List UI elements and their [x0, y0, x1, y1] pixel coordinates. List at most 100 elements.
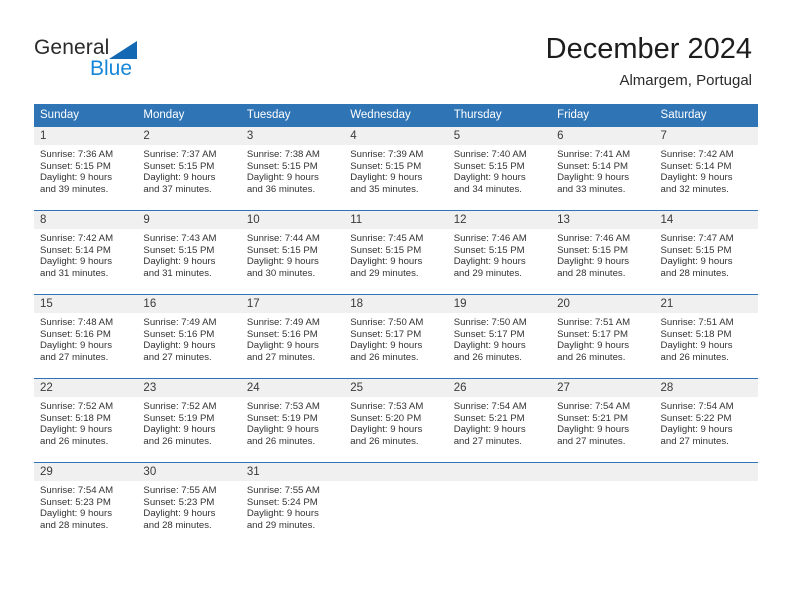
- day-details: Sunrise: 7:54 AM Sunset: 5:22 PM Daylight:…: [655, 397, 758, 447]
- day-number: 4: [344, 127, 448, 145]
- calendar-day-cell[interactable]: 5 Sunrise: 7:40 AM Sunset: 5:15 PM Daylight…: [447, 126, 552, 211]
- day-cell-body: 9 Sunrise: 7:43 AM Sunset: 5:15 PM Daylight…: [137, 211, 241, 294]
- day-details: Sunrise: 7:54 AM Sunset: 5:23 PM Daylight:…: [34, 481, 137, 531]
- day-number: 14: [654, 211, 758, 229]
- daylight-text-line1: Daylight: 9 hours: [660, 172, 733, 184]
- month-calendar-table: Sunday Monday Tuesday Wednesday Thursday…: [34, 104, 758, 546]
- calendar-day-cell[interactable]: 27 Sunrise: 7:54 AM Sunset: 5:21 PM Dayligh…: [551, 378, 655, 463]
- calendar-body: 1 Sunrise: 7:36 AM Sunset: 5:15 PM Daylight…: [34, 126, 758, 546]
- calendar-day-cell[interactable]: 11 Sunrise: 7:45 AM Sunset: 5:15 PM Dayligh…: [344, 210, 448, 295]
- day-details: Sunrise: 7:42 AM Sunset: 5:14 PM Daylight:…: [34, 229, 137, 279]
- sunset-text: Sunset: 5:15 PM: [660, 244, 732, 256]
- daylight-text-line2: and 27 minutes.: [453, 435, 522, 447]
- sunrise-text: Sunrise: 7:38 AM: [246, 149, 320, 160]
- daylight-text-line2: and 34 minutes.: [453, 183, 522, 195]
- sunset-text: Sunset: 5:20 PM: [350, 412, 422, 424]
- sunset-text: Sunset: 5:15 PM: [453, 160, 525, 172]
- sunrise-text: Sunrise: 7:49 AM: [143, 317, 217, 328]
- calendar-day-cell[interactable]: 13 Sunrise: 7:46 AM Sunset: 5:15 PM Dayligh…: [551, 210, 655, 295]
- title-block: December 2024 Almargem, Portugal: [546, 30, 752, 92]
- calendar-day-cell-empty: [447, 462, 552, 546]
- sunrise-text: Sunrise: 7:55 AM: [246, 485, 320, 496]
- calendar-day-cell[interactable]: 4 Sunrise: 7:39 AM Sunset: 5:15 PM Daylight…: [344, 126, 448, 211]
- day-number: 24: [240, 379, 345, 397]
- sunset-text: Sunset: 5:14 PM: [557, 160, 629, 172]
- calendar-day-cell[interactable]: 29 Sunrise: 7:54 AM Sunset: 5:23 PM Dayligh…: [34, 462, 138, 546]
- day-cell-body: 18 Sunrise: 7:50 AM Sunset: 5:17 PM Dayligh…: [344, 295, 448, 378]
- calendar-day-cell[interactable]: 16 Sunrise: 7:49 AM Sunset: 5:16 PM Dayligh…: [137, 294, 241, 379]
- daylight-text-line1: Daylight: 9 hours: [350, 424, 423, 436]
- calendar-day-cell[interactable]: 10 Sunrise: 7:44 AM Sunset: 5:15 PM Dayligh…: [240, 210, 345, 295]
- calendar-page: General Blue December 2024 Almargem, Por…: [0, 0, 792, 612]
- daylight-text-line1: Daylight: 9 hours: [143, 424, 216, 436]
- calendar-day-cell[interactable]: 7 Sunrise: 7:42 AM Sunset: 5:14 PM Daylight…: [654, 126, 758, 211]
- calendar-day-cell[interactable]: 17 Sunrise: 7:49 AM Sunset: 5:16 PM Dayligh…: [240, 294, 345, 379]
- calendar-day-cell[interactable]: 19 Sunrise: 7:50 AM Sunset: 5:17 PM Dayligh…: [447, 294, 552, 379]
- calendar-day-cell[interactable]: 26 Sunrise: 7:54 AM Sunset: 5:21 PM Dayligh…: [447, 378, 552, 463]
- calendar-day-cell[interactable]: 9 Sunrise: 7:43 AM Sunset: 5:15 PM Daylight…: [137, 210, 241, 295]
- day-number: 5: [447, 127, 552, 145]
- day-cell-body: 19 Sunrise: 7:50 AM Sunset: 5:17 PM Dayligh…: [447, 295, 552, 378]
- calendar-day-cell[interactable]: 6 Sunrise: 7:41 AM Sunset: 5:14 PM Daylight…: [551, 126, 655, 211]
- calendar-day-cell[interactable]: 23 Sunrise: 7:52 AM Sunset: 5:19 PM Dayligh…: [137, 378, 241, 463]
- daylight-text-line2: and 29 minutes.: [246, 519, 316, 531]
- calendar-day-cell[interactable]: 1 Sunrise: 7:36 AM Sunset: 5:15 PM Daylight…: [34, 126, 138, 211]
- day-details: Sunrise: 7:49 AM Sunset: 5:16 PM Daylight:…: [137, 313, 240, 363]
- daylight-text-line1: Daylight: 9 hours: [453, 340, 526, 352]
- calendar-day-cell[interactable]: 25 Sunrise: 7:53 AM Sunset: 5:20 PM Dayligh…: [344, 378, 448, 463]
- sunset-text: Sunset: 5:15 PM: [453, 244, 525, 256]
- day-cell-body: [344, 463, 448, 546]
- calendar-day-cell[interactable]: 20 Sunrise: 7:51 AM Sunset: 5:17 PM Dayligh…: [551, 294, 655, 379]
- calendar-day-cell[interactable]: 15 Sunrise: 7:48 AM Sunset: 5:16 PM Dayligh…: [34, 294, 138, 379]
- sunset-text: Sunset: 5:14 PM: [40, 244, 111, 256]
- daylight-text-line2: and 27 minutes.: [660, 435, 729, 447]
- daylight-text-line1: Daylight: 9 hours: [660, 256, 733, 268]
- day-cell-body: 11 Sunrise: 7:45 AM Sunset: 5:15 PM Dayligh…: [344, 211, 448, 294]
- day-cell-body: 10 Sunrise: 7:44 AM Sunset: 5:15 PM Dayligh…: [240, 211, 345, 294]
- day-details: Sunrise: 7:53 AM Sunset: 5:19 PM Daylight:…: [241, 397, 344, 447]
- calendar-day-cell[interactable]: 21 Sunrise: 7:51 AM Sunset: 5:18 PM Dayligh…: [654, 294, 758, 379]
- calendar-day-cell[interactable]: 2 Sunrise: 7:37 AM Sunset: 5:15 PM Daylight…: [137, 126, 241, 211]
- day-number: 10: [240, 211, 345, 229]
- daylight-text-line1: Daylight: 9 hours: [143, 256, 216, 268]
- day-number: 28: [654, 379, 758, 397]
- general-blue-logo[interactable]: General Blue: [34, 36, 214, 84]
- daylight-text-line2: and 26 minutes.: [40, 435, 109, 447]
- day-number: 31: [240, 463, 345, 481]
- sunset-text: Sunset: 5:24 PM: [246, 496, 318, 508]
- daylight-text-line2: and 29 minutes.: [453, 267, 522, 279]
- sunrise-text: Sunrise: 7:42 AM: [40, 233, 114, 244]
- day-number: 30: [137, 463, 241, 481]
- sunrise-text: Sunrise: 7:53 AM: [246, 401, 320, 412]
- day-number: 23: [137, 379, 241, 397]
- calendar-day-cell[interactable]: 31 Sunrise: 7:55 AM Sunset: 5:24 PM Dayligh…: [240, 462, 345, 546]
- day-cell-body: 3 Sunrise: 7:38 AM Sunset: 5:15 PM Daylight…: [240, 127, 345, 210]
- calendar-day-cell[interactable]: 28 Sunrise: 7:54 AM Sunset: 5:22 PM Dayligh…: [654, 378, 758, 463]
- calendar-header-row-group: Sunday Monday Tuesday Wednesday Thursday…: [34, 104, 758, 127]
- daylight-text-line2: and 31 minutes.: [40, 267, 109, 279]
- calendar-day-cell[interactable]: 8 Sunrise: 7:42 AM Sunset: 5:14 PM Daylight…: [34, 210, 138, 295]
- day-number: 15: [34, 295, 138, 313]
- day-details: Sunrise: 7:48 AM Sunset: 5:16 PM Daylight:…: [34, 313, 137, 363]
- sunset-text: Sunset: 5:21 PM: [557, 412, 629, 424]
- daylight-text-line2: and 28 minutes.: [143, 519, 212, 531]
- calendar-day-cell[interactable]: 14 Sunrise: 7:47 AM Sunset: 5:15 PM Dayligh…: [654, 210, 758, 295]
- calendar-day-cell-empty: [654, 462, 758, 546]
- day-details: Sunrise: 7:44 AM Sunset: 5:15 PM Daylight:…: [241, 229, 344, 279]
- weekday-header-wednesday: Wednesday: [344, 104, 448, 127]
- calendar-day-cell[interactable]: 24 Sunrise: 7:53 AM Sunset: 5:19 PM Dayligh…: [240, 378, 345, 463]
- calendar-day-cell[interactable]: 30 Sunrise: 7:55 AM Sunset: 5:23 PM Dayligh…: [137, 462, 241, 546]
- calendar-week-row: 15 Sunrise: 7:48 AM Sunset: 5:16 PM Dayligh…: [34, 294, 758, 379]
- sunset-text: Sunset: 5:19 PM: [143, 412, 215, 424]
- calendar-day-cell[interactable]: 18 Sunrise: 7:50 AM Sunset: 5:17 PM Dayligh…: [344, 294, 448, 379]
- day-cell-body: 14 Sunrise: 7:47 AM Sunset: 5:15 PM Dayligh…: [654, 211, 758, 294]
- page-header: General Blue December 2024 Almargem, Por…: [0, 0, 792, 100]
- sunset-text: Sunset: 5:23 PM: [40, 496, 111, 508]
- calendar-day-cell[interactable]: 3 Sunrise: 7:38 AM Sunset: 5:15 PM Daylight…: [240, 126, 345, 211]
- day-number: [551, 463, 655, 481]
- day-cell-body: 26 Sunrise: 7:54 AM Sunset: 5:21 PM Dayligh…: [447, 379, 552, 462]
- calendar-day-cell[interactable]: 12 Sunrise: 7:46 AM Sunset: 5:15 PM Dayligh…: [447, 210, 552, 295]
- calendar-day-cell[interactable]: 22 Sunrise: 7:52 AM Sunset: 5:18 PM Dayligh…: [34, 378, 138, 463]
- day-details: Sunrise: 7:37 AM Sunset: 5:15 PM Daylight:…: [137, 145, 240, 195]
- day-number: 21: [654, 295, 758, 313]
